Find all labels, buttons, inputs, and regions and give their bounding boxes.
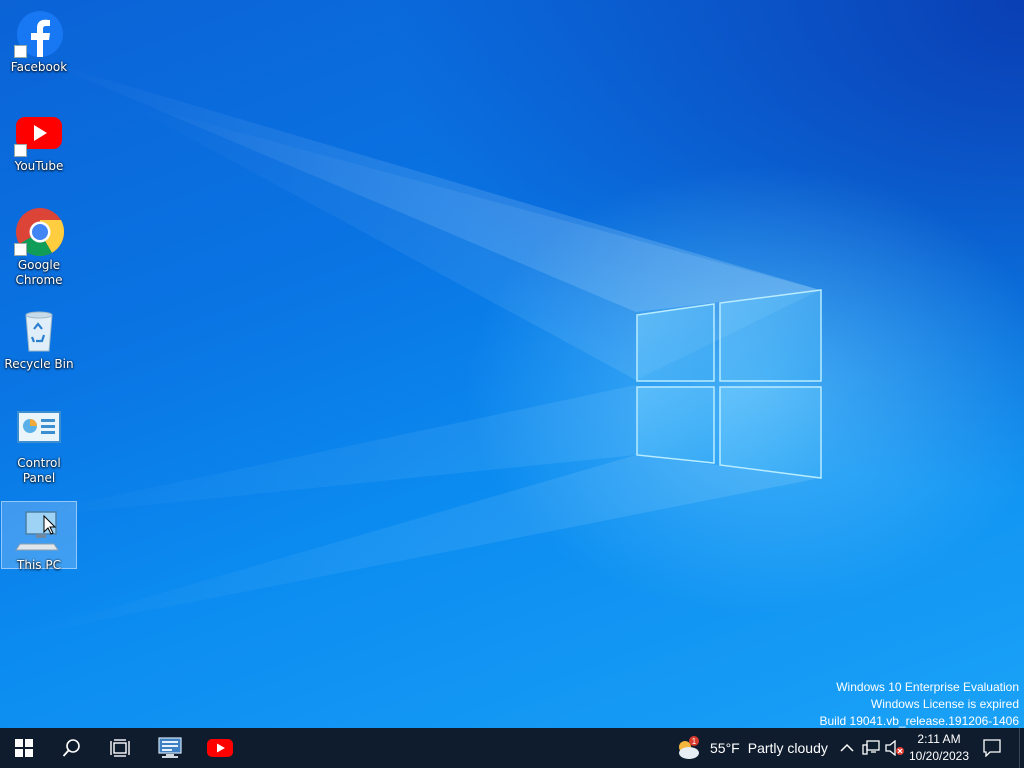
- watermark-license: Windows License is expired: [870, 697, 1019, 711]
- this-pc-icon: [14, 506, 64, 556]
- clock-date: 10/20/2023: [908, 749, 970, 763]
- show-hidden-icons-button[interactable]: [836, 728, 858, 768]
- desktop-icon-label: Recycle Bin: [4, 357, 74, 371]
- chevron-up-icon: [840, 743, 854, 752]
- partly-cloudy-icon: 1: [679, 736, 699, 759]
- taskbar-app-network[interactable]: [146, 728, 194, 768]
- notification-icon: [983, 739, 1001, 757]
- weather-badge: 1: [692, 737, 697, 746]
- desktop-wallpaper: Facebook YouTube Google Chrome Recycle B…: [0, 0, 1024, 728]
- desktop-icon-label: Control Panel: [17, 456, 61, 485]
- start-icon: [15, 739, 33, 757]
- desktop-icon-control-panel[interactable]: Control Panel: [1, 400, 77, 486]
- taskbar: 1 55°F Partly cloudy 2:11 AM 10/20/2023: [0, 728, 1024, 768]
- weather-temperature: 55°F: [710, 740, 740, 756]
- shortcut-arrow-icon: [14, 45, 27, 58]
- desktop-icon-label: Google Chrome: [15, 258, 63, 287]
- recycle-bin-icon: [14, 305, 64, 355]
- taskbar-app-youtube[interactable]: [196, 728, 244, 768]
- search-icon: [62, 739, 80, 757]
- youtube-icon: [207, 739, 233, 757]
- control-panel-icon: [14, 404, 64, 454]
- desktop-icon-label: YouTube: [14, 159, 64, 173]
- show-desktop-button[interactable]: [1019, 728, 1024, 768]
- chrome-icon: [14, 206, 65, 257]
- weather-widget[interactable]: 1 55°F Partly cloudy: [674, 728, 828, 768]
- task-view-button[interactable]: [96, 728, 144, 768]
- start-button[interactable]: [0, 728, 48, 768]
- watermark-edition: Windows 10 Enterprise Evaluation: [836, 680, 1019, 694]
- desktop-icon-label: Facebook: [10, 60, 68, 74]
- volume-tray-button[interactable]: [884, 728, 906, 768]
- search-button[interactable]: [48, 728, 96, 768]
- desktop-icon-facebook[interactable]: Facebook: [1, 4, 77, 75]
- desktop-icon-google-chrome[interactable]: Google Chrome: [1, 202, 77, 288]
- desktop-icon-youtube[interactable]: YouTube: [1, 103, 77, 174]
- watermark-build: Build 19041.vb_release.191206-1406: [819, 714, 1020, 728]
- shortcut-arrow-icon: [14, 144, 27, 157]
- clock-time: 2:11 AM: [917, 732, 961, 746]
- youtube-icon: [14, 107, 64, 157]
- volume-muted-icon: [885, 740, 904, 756]
- network-icon: [862, 740, 880, 755]
- windows-logo-wallpaper: [0, 60, 822, 640]
- network-app-icon: [158, 737, 182, 758]
- desktop-icon-this-pc[interactable]: This PC: [1, 501, 77, 572]
- task-view-icon: [110, 739, 130, 757]
- desktop-icon-recycle-bin[interactable]: Recycle Bin: [1, 301, 77, 372]
- network-tray-button[interactable]: [860, 728, 882, 768]
- desktop-icon-label: This PC: [17, 558, 61, 572]
- clock[interactable]: 2:11 AM 10/20/2023: [904, 728, 974, 768]
- shortcut-arrow-icon: [14, 243, 27, 256]
- weather-condition: Partly cloudy: [747, 740, 828, 756]
- windows-evaluation-watermark: Windows 10 Enterprise Evaluation Windows…: [820, 679, 1020, 728]
- facebook-icon: [14, 8, 64, 58]
- action-center-button[interactable]: [980, 728, 1004, 768]
